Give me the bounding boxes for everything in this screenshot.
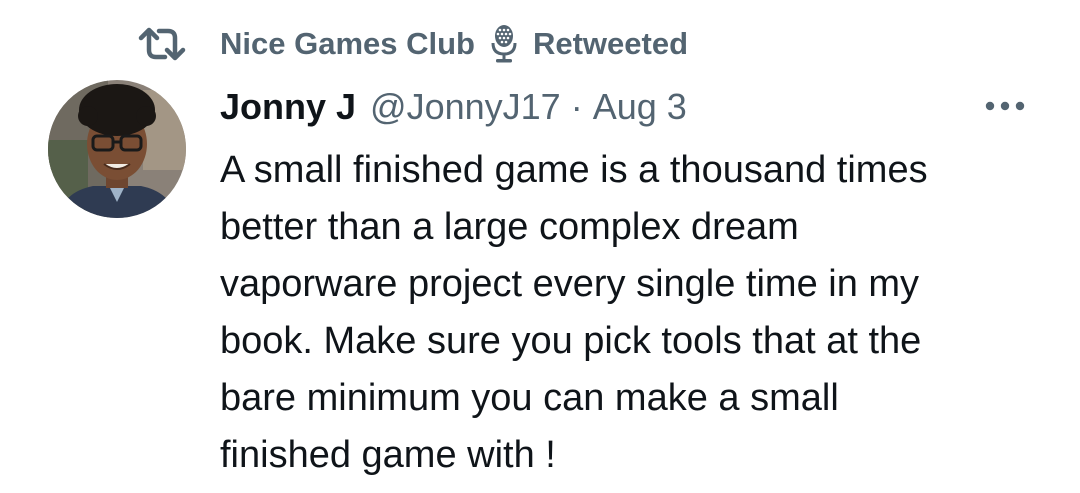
- tweet-date[interactable]: Aug 3: [593, 86, 687, 128]
- author-display-name[interactable]: Jonny J: [220, 86, 356, 128]
- more-icon: [985, 98, 1025, 116]
- more-options-button[interactable]: [982, 92, 1028, 122]
- retweeter-name[interactable]: Nice Games Club: [220, 26, 475, 62]
- retweeted-label: Retweeted: [532, 26, 689, 61]
- retweet-icon: [138, 24, 186, 64]
- retweet-context: Nice Games Club Retweeted: [138, 22, 688, 66]
- microphone-icon: [489, 24, 519, 64]
- separator-dot: ·: [570, 86, 583, 127]
- avatar[interactable]: [48, 80, 186, 218]
- tweet-text: A small finished game is a thousand time…: [220, 149, 928, 476]
- tweet-header: Jonny J @JonnyJ17 · Aug 3: [220, 82, 687, 132]
- author-handle[interactable]: @JonnyJ17: [370, 86, 561, 128]
